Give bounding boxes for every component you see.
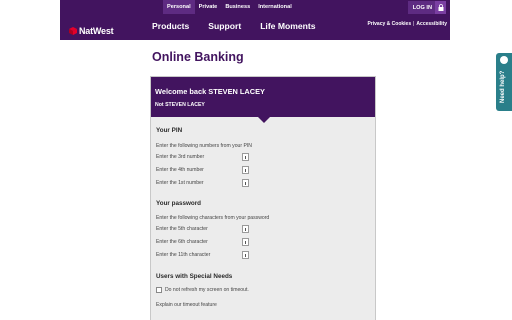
- login-panel: Welcome back STEVEN LACEY Not STEVEN LAC…: [150, 76, 376, 320]
- segment-tabs: Personal Private Business International: [163, 0, 296, 14]
- brand-name: NatWest: [79, 26, 114, 36]
- nav-life-moments[interactable]: Life Moments: [260, 21, 315, 31]
- pin-section: Your PIN Enter the following numbers fro…: [156, 127, 372, 191]
- pin-row-label: Enter the 3rd number: [156, 154, 205, 160]
- login-label: LOG IN: [412, 4, 432, 11]
- pin-row: Enter the 3rd number: [156, 153, 249, 161]
- natwest-logo[interactable]: NatWest: [69, 22, 114, 40]
- pin-instructions: Enter the following numbers from your PI…: [156, 143, 252, 149]
- need-help-tab[interactable]: Need help?: [496, 53, 512, 111]
- password-char-input[interactable]: [242, 225, 249, 233]
- privacy-cookies-link[interactable]: Privacy & Cookies: [367, 21, 411, 27]
- password-instructions: Enter the following characters from your…: [156, 215, 270, 221]
- tab-private[interactable]: Private: [195, 0, 222, 14]
- special-needs-section: Users with Special Needs Do not refresh …: [156, 273, 372, 313]
- password-char-input[interactable]: [242, 238, 249, 246]
- lock-icon: [435, 1, 446, 14]
- pin-digit-input[interactable]: [242, 166, 249, 174]
- password-row-label: Enter the 5th character: [156, 226, 208, 232]
- pin-row-label: Enter the 1st number: [156, 180, 204, 186]
- password-row: Enter the 6th character: [156, 238, 249, 246]
- pin-row: Enter the 4th number: [156, 166, 249, 174]
- timeout-help: Explain our timeout feature: [156, 302, 217, 308]
- timeout-option: Do not refresh my screen on timeout.: [156, 287, 249, 293]
- nav-support[interactable]: Support: [208, 21, 241, 31]
- site-header: Personal Private Business International …: [60, 0, 450, 40]
- utility-links: Privacy & Cookies | Accessibility: [367, 21, 447, 27]
- natwest-cubes-icon: [69, 22, 77, 40]
- pin-section-title: Your PIN: [156, 127, 183, 134]
- pin-digit-input[interactable]: [242, 179, 249, 187]
- password-char-input[interactable]: [242, 251, 249, 259]
- password-row: Enter the 11th character: [156, 251, 249, 259]
- password-section-title: Your password: [156, 200, 202, 207]
- nav-products[interactable]: Products: [152, 21, 189, 31]
- tab-international[interactable]: International: [254, 0, 296, 14]
- main-nav: Products Support Life Moments: [152, 21, 335, 31]
- no-refresh-label: Do not refresh my screen on timeout.: [165, 287, 249, 293]
- pin-row: Enter the 1st number: [156, 179, 249, 187]
- password-row-label: Enter the 11th character: [156, 252, 211, 258]
- no-refresh-checkbox[interactable]: [156, 287, 162, 293]
- pin-row-label: Enter the 4th number: [156, 167, 204, 173]
- explain-timeout-link[interactable]: Explain our timeout feature: [156, 302, 217, 308]
- tab-business[interactable]: Business: [221, 0, 254, 14]
- accessibility-link[interactable]: Accessibility: [416, 21, 447, 27]
- header-notch: [258, 117, 270, 123]
- special-needs-title: Users with Special Needs: [156, 273, 233, 280]
- need-help-label: Need help?: [500, 70, 506, 103]
- help-icon: [500, 56, 508, 64]
- util-separator: |: [413, 21, 415, 27]
- welcome-heading: Welcome back STEVEN LACEY: [155, 87, 265, 96]
- password-row-label: Enter the 6th character: [156, 239, 208, 245]
- panel-header: Welcome back STEVEN LACEY Not STEVEN LAC…: [151, 77, 375, 123]
- pin-digit-input[interactable]: [242, 153, 249, 161]
- login-button[interactable]: LOG IN: [407, 1, 446, 14]
- page-title: Online Banking: [152, 50, 244, 64]
- password-row: Enter the 5th character: [156, 225, 249, 233]
- not-user-link[interactable]: Not STEVEN LACEY: [155, 102, 371, 108]
- tab-personal[interactable]: Personal: [163, 0, 195, 14]
- password-section: Your password Enter the following charac…: [156, 200, 372, 264]
